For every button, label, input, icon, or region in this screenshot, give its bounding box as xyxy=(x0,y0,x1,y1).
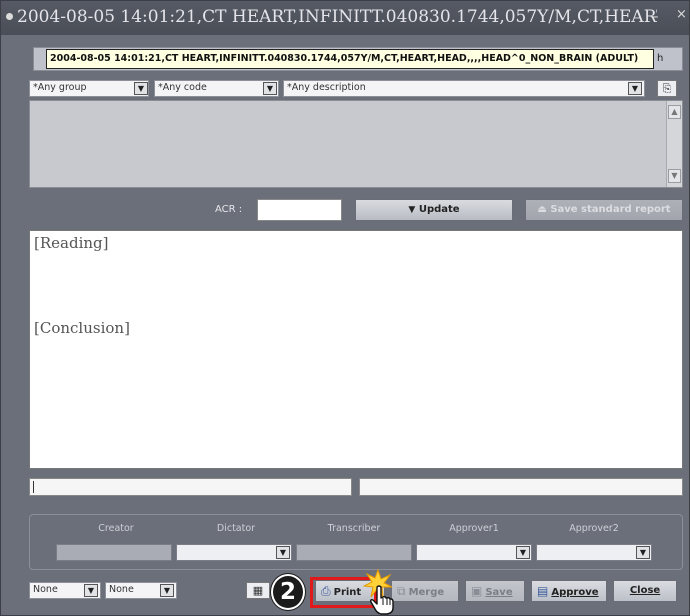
list-scrollbar[interactable]: ▲ ▼ xyxy=(666,101,682,187)
chevron-down-icon[interactable]: ▼ xyxy=(516,546,530,559)
filter-icon: ▼ xyxy=(408,205,416,215)
merge-button-label: Merge xyxy=(408,587,445,598)
description-filter-select[interactable]: *Any description ▼ xyxy=(283,80,645,97)
creator-field xyxy=(56,544,172,561)
standard-report-list[interactable]: ▲ ▼ xyxy=(29,100,683,188)
approver2-select[interactable]: ▼ xyxy=(536,544,652,561)
approve-button[interactable]: ▤ Approve xyxy=(531,580,607,602)
code-filter-value: *Any code xyxy=(158,82,207,93)
group-filter-select[interactable]: *Any group ▼ xyxy=(29,80,149,97)
save-button[interactable]: ▣ Save xyxy=(465,580,525,602)
close-button[interactable]: Close xyxy=(613,580,677,602)
report-window: 2004-08-05 14:01:21,CT HEART,INFINITT.04… xyxy=(0,0,690,616)
reading-section-heading: [Reading] xyxy=(34,234,109,252)
creator-label: Creator xyxy=(98,523,134,534)
approver2-label: Approver2 xyxy=(569,523,619,534)
update-button[interactable]: ▼ Update xyxy=(355,199,513,221)
merge-icon: ⧉ xyxy=(397,584,406,598)
save-button-label: Save xyxy=(485,587,513,598)
text-caret xyxy=(33,481,34,493)
dictator-select[interactable]: ▼ xyxy=(176,544,292,561)
group-filter-value: *Any group xyxy=(33,82,87,93)
acr-label: ACR : xyxy=(215,204,243,215)
approver1-label: Approver1 xyxy=(449,523,499,534)
save-standard-report-button[interactable]: ⏏ Save standard report xyxy=(525,199,683,221)
title-bar[interactable]: 2004-08-05 14:01:21,CT HEART,INFINITT.04… xyxy=(1,1,689,35)
close-button-label: Close xyxy=(629,585,661,596)
bottom-select-2-value: None xyxy=(109,584,134,595)
chevron-down-icon[interactable]: ▼ xyxy=(263,82,277,95)
update-button-label: Update xyxy=(418,204,460,215)
code-filter-select[interactable]: *Any code ▼ xyxy=(154,80,279,97)
report-field-right[interactable] xyxy=(359,478,683,496)
approve-icon: ▤ xyxy=(537,584,549,598)
chevron-down-icon[interactable]: ▼ xyxy=(628,82,642,95)
conclusion-section-heading: [Conclusion] xyxy=(34,319,130,337)
transcriber-field xyxy=(296,544,412,561)
preview-icon[interactable]: ▦ xyxy=(246,582,270,599)
report-field-left[interactable] xyxy=(29,478,352,496)
approve-button-label: Approve xyxy=(551,587,599,598)
merge-button[interactable]: ⧉ Merge xyxy=(391,580,459,602)
bottom-select-2[interactable]: None ▼ xyxy=(105,582,177,599)
acr-input[interactable] xyxy=(257,199,342,221)
chevron-down-icon[interactable]: ▼ xyxy=(636,546,650,559)
save-icon: ▣ xyxy=(471,584,483,598)
study-info-strip-end: h xyxy=(657,53,664,64)
description-filter-value: *Any description xyxy=(287,82,366,93)
transcriber-label: Transcriber xyxy=(327,523,381,534)
new-document-icon[interactable]: ⎘ xyxy=(657,80,677,97)
chevron-down-icon[interactable]: ▼ xyxy=(276,546,290,559)
pointer-hand-icon xyxy=(370,585,394,615)
scroll-down-icon[interactable]: ▼ xyxy=(668,169,681,183)
bottom-select-1-value: None xyxy=(33,584,58,595)
window-icon xyxy=(6,13,13,20)
save-standard-report-label: Save standard report xyxy=(550,204,671,215)
close-window-icon[interactable]: × xyxy=(676,7,687,22)
step-callout: 2 xyxy=(271,574,305,610)
chevron-down-icon[interactable]: ▼ xyxy=(134,82,148,95)
chevron-down-icon[interactable]: ▼ xyxy=(160,584,174,597)
chevron-down-icon[interactable]: ▼ xyxy=(84,584,98,597)
scroll-up-icon[interactable]: ▲ xyxy=(668,105,681,119)
window-title: 2004-08-05 14:01:21,CT HEART,INFINITT.04… xyxy=(17,7,657,27)
minimize-icon[interactable]: – xyxy=(651,7,659,25)
study-info-tooltip: 2004-08-05 14:01:21,CT HEART,INFINITT.04… xyxy=(46,49,654,69)
save-standard-report-icon: ⏏ xyxy=(537,204,547,215)
approver1-select[interactable]: ▼ xyxy=(416,544,532,561)
report-editor[interactable]: [Reading] [Conclusion] xyxy=(29,230,683,469)
dictator-label: Dictator xyxy=(216,523,256,534)
bottom-select-1[interactable]: None ▼ xyxy=(29,582,101,599)
